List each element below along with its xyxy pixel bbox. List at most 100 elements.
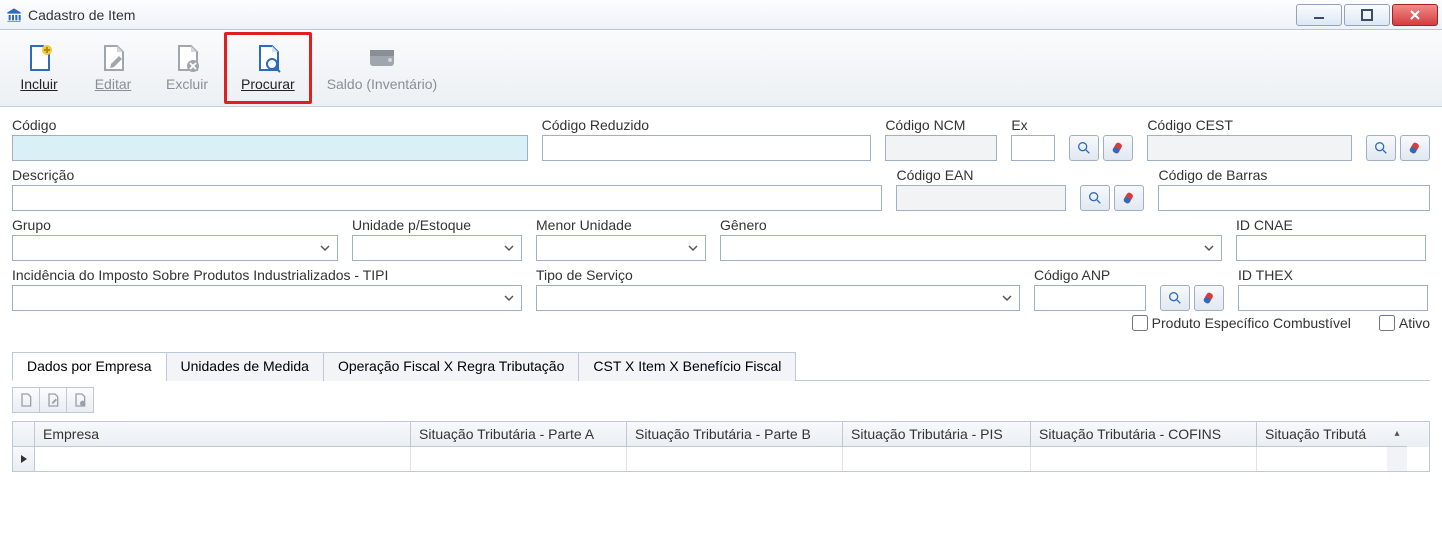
genero-dropdown[interactable] xyxy=(720,235,1222,261)
ex-field: Ex xyxy=(1011,117,1055,161)
document-search-icon xyxy=(252,42,284,74)
tab-dados-empresa[interactable]: Dados por Empresa xyxy=(12,352,167,381)
cell-sit-b[interactable] xyxy=(627,447,843,471)
scrollbar[interactable] xyxy=(1387,447,1407,471)
column-header-sit-cofins[interactable]: Situação Tributária - COFINS xyxy=(1031,422,1257,447)
chevron-down-icon xyxy=(1204,243,1214,253)
tab-cst[interactable]: CST X Item X Benefício Fiscal xyxy=(578,352,796,381)
codigo-label: Código xyxy=(12,117,528,133)
grid-header: Empresa Situação Tributária - Parte A Si… xyxy=(13,422,1429,447)
ex-input[interactable] xyxy=(1011,135,1055,161)
descricao-input[interactable] xyxy=(12,185,882,211)
maximize-button[interactable] xyxy=(1344,4,1390,26)
editar-button[interactable]: Editar xyxy=(76,32,150,104)
genero-field: Gênero xyxy=(720,217,1222,261)
codigo-cest-input xyxy=(1147,135,1352,161)
menor-unidade-dropdown[interactable] xyxy=(536,235,706,261)
tipo-servico-field: Tipo de Serviço xyxy=(536,267,1020,311)
codigo-ean-input xyxy=(896,185,1066,211)
eraser-icon xyxy=(1121,190,1137,206)
scroll-up-icon[interactable]: ▴ xyxy=(1387,422,1407,447)
search-icon xyxy=(1087,190,1103,206)
column-header-sit-pis[interactable]: Situação Tributária - PIS xyxy=(843,422,1031,447)
cell-sit-pis[interactable] xyxy=(843,447,1031,471)
data-grid: Empresa Situação Tributária - Parte A Si… xyxy=(12,421,1430,472)
codigo-input[interactable] xyxy=(12,135,528,161)
excluir-button[interactable]: Excluir xyxy=(150,32,224,104)
chevron-down-icon xyxy=(1002,293,1012,303)
id-thex-input[interactable] xyxy=(1238,285,1428,311)
codigo-anp-input[interactable] xyxy=(1034,285,1146,311)
row-selector-header xyxy=(13,422,35,447)
form-area: Código Código Reduzido Código NCM Ex Cód… xyxy=(0,107,1442,345)
saldo-button[interactable]: Saldo (Inventário) xyxy=(312,32,453,104)
cest-search-button[interactable] xyxy=(1366,135,1396,161)
ncm-clear-button[interactable] xyxy=(1103,135,1133,161)
grid-row[interactable] xyxy=(13,447,1429,471)
grupo-dropdown[interactable] xyxy=(12,235,338,261)
document-delete-icon xyxy=(171,42,203,74)
ativo-checkbox[interactable]: Ativo xyxy=(1379,315,1430,331)
anp-clear-button[interactable] xyxy=(1194,285,1224,311)
sub-add-button[interactable] xyxy=(12,387,40,413)
sub-edit-button[interactable] xyxy=(39,387,67,413)
descricao-field: Descrição xyxy=(12,167,882,211)
doc-edit-icon xyxy=(45,392,61,408)
ean-clear-button[interactable] xyxy=(1114,185,1144,211)
chevron-down-icon xyxy=(504,243,514,253)
chevron-down-icon xyxy=(688,243,698,253)
codigo-ean-label: Código EAN xyxy=(896,167,1066,183)
row-indicator xyxy=(13,447,35,471)
document-edit-icon xyxy=(97,42,129,74)
codigo-ncm-input xyxy=(885,135,997,161)
tipi-dropdown[interactable] xyxy=(12,285,522,311)
close-button[interactable] xyxy=(1392,4,1438,26)
unidade-estoque-field: Unidade p/Estoque xyxy=(352,217,522,261)
produto-combustivel-input[interactable] xyxy=(1132,315,1148,331)
unidade-estoque-dropdown[interactable] xyxy=(352,235,522,261)
sub-delete-button[interactable] xyxy=(66,387,94,413)
codigo-reduzido-label: Código Reduzido xyxy=(542,117,872,133)
codigo-reduzido-field: Código Reduzido xyxy=(542,117,872,161)
toolbar: Incluir Editar Excluir Procurar Saldo (I… xyxy=(0,30,1442,107)
tipo-servico-dropdown[interactable] xyxy=(536,285,1020,311)
doc-icon xyxy=(18,392,34,408)
doc-delete-icon xyxy=(72,392,88,408)
codigo-barras-input[interactable] xyxy=(1158,185,1430,211)
procurar-button[interactable]: Procurar xyxy=(224,32,312,104)
column-header-sit-a[interactable]: Situação Tributária - Parte A xyxy=(411,422,627,447)
column-header-empresa[interactable]: Empresa xyxy=(35,422,411,447)
tab-operacao[interactable]: Operação Fiscal X Regra Tributação xyxy=(323,352,579,381)
minimize-button[interactable] xyxy=(1296,4,1342,26)
search-icon xyxy=(1167,290,1183,306)
produto-combustivel-checkbox[interactable]: Produto Específico Combustível xyxy=(1132,315,1351,331)
column-header-sit-b[interactable]: Situação Tributária - Parte B xyxy=(627,422,843,447)
cell-sit-trunc[interactable] xyxy=(1257,447,1387,471)
id-thex-label: ID THEX xyxy=(1238,267,1428,283)
tipi-label: Incidência do Imposto Sobre Produtos Ind… xyxy=(12,267,522,283)
cest-clear-button[interactable] xyxy=(1400,135,1430,161)
column-header-sit-trunc[interactable]: Situação Tributá xyxy=(1257,422,1387,447)
search-icon xyxy=(1076,140,1092,156)
tab-unidades[interactable]: Unidades de Medida xyxy=(166,352,324,381)
id-cnae-input[interactable] xyxy=(1236,235,1426,261)
sub-toolbar xyxy=(0,381,1442,417)
codigo-ncm-field: Código NCM xyxy=(885,117,997,161)
codigo-reduzido-input[interactable] xyxy=(542,135,872,161)
tabs: Dados por Empresa Unidades de Medida Ope… xyxy=(12,351,1430,381)
id-cnae-field: ID CNAE xyxy=(1236,217,1426,261)
incluir-button[interactable]: Incluir xyxy=(2,32,76,104)
cell-empresa[interactable] xyxy=(35,447,411,471)
ativo-input[interactable] xyxy=(1379,315,1395,331)
codigo-cest-label: Código CEST xyxy=(1147,117,1352,133)
eraser-icon xyxy=(1407,140,1423,156)
ean-search-button[interactable] xyxy=(1080,185,1110,211)
cell-sit-a[interactable] xyxy=(411,447,627,471)
ncm-search-button[interactable] xyxy=(1069,135,1099,161)
codigo-ean-field: Código EAN xyxy=(896,167,1066,211)
cell-sit-cofins[interactable] xyxy=(1031,447,1257,471)
grupo-label: Grupo xyxy=(12,217,338,233)
tipo-servico-label: Tipo de Serviço xyxy=(536,267,1020,283)
anp-search-button[interactable] xyxy=(1160,285,1190,311)
codigo-field: Código xyxy=(12,117,528,161)
